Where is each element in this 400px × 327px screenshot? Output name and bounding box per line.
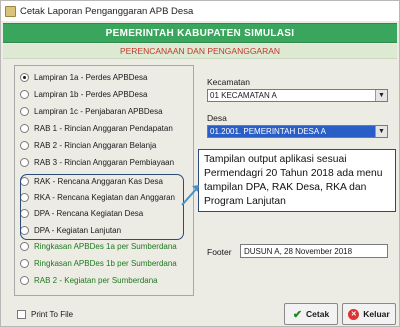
- window-title: Cetak Laporan Penganggaran APB Desa: [20, 5, 194, 17]
- report-option-label: RAB 2 - Kegiatan per Sumberdana: [34, 275, 158, 285]
- report-option-label: RAB 1 - Rincian Anggaran Pendapatan: [34, 123, 173, 133]
- report-option[interactable]: RAB 2 - Kegiatan per Sumberdana: [20, 273, 158, 287]
- header-subtitle: PERENCANAAN DAN PENGANGGARAN: [119, 46, 281, 56]
- kecamatan-label: Kecamatan: [207, 77, 250, 87]
- print-to-file-checkbox[interactable]: [17, 310, 26, 319]
- report-window: Cetak Laporan Penganggaran APB Desa PEME…: [0, 0, 400, 327]
- radio-button[interactable]: [20, 72, 29, 82]
- kecamatan-select[interactable]: 01 KECAMATAN A ▼: [207, 89, 388, 102]
- exit-button-label: Keluar: [363, 309, 390, 319]
- callout-text: Tampilan output aplikasi sesuai Permenda…: [204, 154, 383, 207]
- footer-value: DUSUN A, 28 November 2018: [244, 246, 353, 256]
- title-bar: Cetak Laporan Penganggaran APB Desa: [1, 1, 399, 21]
- radio-button[interactable]: [20, 140, 29, 150]
- chevron-down-icon[interactable]: ▼: [375, 90, 387, 101]
- report-option-label: RAB 3 - Rincian Anggaran Pembiayaan: [34, 157, 175, 167]
- footer-input[interactable]: DUSUN A, 28 November 2018: [240, 244, 388, 258]
- report-option-label: Lampiran 1a - Perdes APBDesa: [34, 72, 148, 82]
- report-option-label: Lampiran 1c - Penjabaran APBDesa: [34, 106, 163, 116]
- report-option[interactable]: Ringkasan APBDes 1b per Sumberdana: [20, 256, 177, 270]
- radio-button[interactable]: [20, 123, 29, 133]
- radio-button[interactable]: [20, 106, 29, 116]
- callout-arrow-icon: [181, 185, 199, 206]
- annotation-callout: Tampilan output aplikasi sesuai Permenda…: [198, 149, 396, 212]
- report-option[interactable]: RAB 3 - Rincian Anggaran Pembiayaan: [20, 155, 174, 169]
- report-option[interactable]: RAB 2 - Rincian Anggaran Belanja: [20, 138, 156, 152]
- radio-button[interactable]: [20, 275, 29, 285]
- desa-label: Desa: [207, 113, 227, 123]
- report-option[interactable]: RAB 1 - Rincian Anggaran Pendapatan: [20, 121, 173, 135]
- check-icon: ✔: [292, 308, 303, 321]
- radio-button[interactable]: [20, 258, 29, 268]
- radio-button[interactable]: [20, 157, 29, 167]
- chevron-down-icon[interactable]: ▼: [375, 126, 387, 137]
- radio-button[interactable]: [20, 241, 29, 251]
- footer-label: Footer: [207, 247, 232, 257]
- report-option-label: Lampiran 1b - Perdes APBDesa: [34, 89, 148, 99]
- header-banner: PEMERINTAH KABUPATEN SIMULASI: [3, 23, 397, 43]
- subheader-banner: PERENCANAAN DAN PENGANGGARAN: [3, 44, 397, 59]
- radio-button[interactable]: [20, 89, 29, 99]
- print-button-label: Cetak: [306, 309, 330, 319]
- highlight-box: [20, 174, 184, 240]
- exit-button[interactable]: ✕ Keluar: [342, 303, 396, 325]
- desa-select[interactable]: 01.2001. PEMERINTAH DESA A ▼: [207, 125, 388, 138]
- header-title: PEMERINTAH KABUPATEN SIMULASI: [105, 27, 295, 39]
- print-to-file-label: Print To File: [31, 310, 74, 319]
- app-icon: [5, 5, 16, 17]
- report-option[interactable]: Lampiran 1a - Perdes APBDesa: [20, 70, 147, 84]
- report-option-label: RAB 2 - Rincian Anggaran Belanja: [34, 140, 157, 150]
- print-to-file-option[interactable]: Print To File: [17, 310, 73, 319]
- kecamatan-value: 01 KECAMATAN A: [210, 91, 277, 100]
- desa-value: 01.2001. PEMERINTAH DESA A: [208, 126, 375, 137]
- report-option[interactable]: Lampiran 1b - Perdes APBDesa: [20, 87, 147, 101]
- report-option[interactable]: Ringkasan APBDes 1a per Sumberdana: [20, 239, 177, 253]
- exit-icon: ✕: [348, 308, 360, 320]
- report-option-label: Ringkasan APBDes 1b per Sumberdana: [34, 258, 177, 268]
- report-option[interactable]: Lampiran 1c - Penjabaran APBDesa: [20, 104, 163, 118]
- report-option-label: Ringkasan APBDes 1a per Sumberdana: [34, 241, 177, 251]
- print-button[interactable]: ✔ Cetak: [284, 303, 338, 325]
